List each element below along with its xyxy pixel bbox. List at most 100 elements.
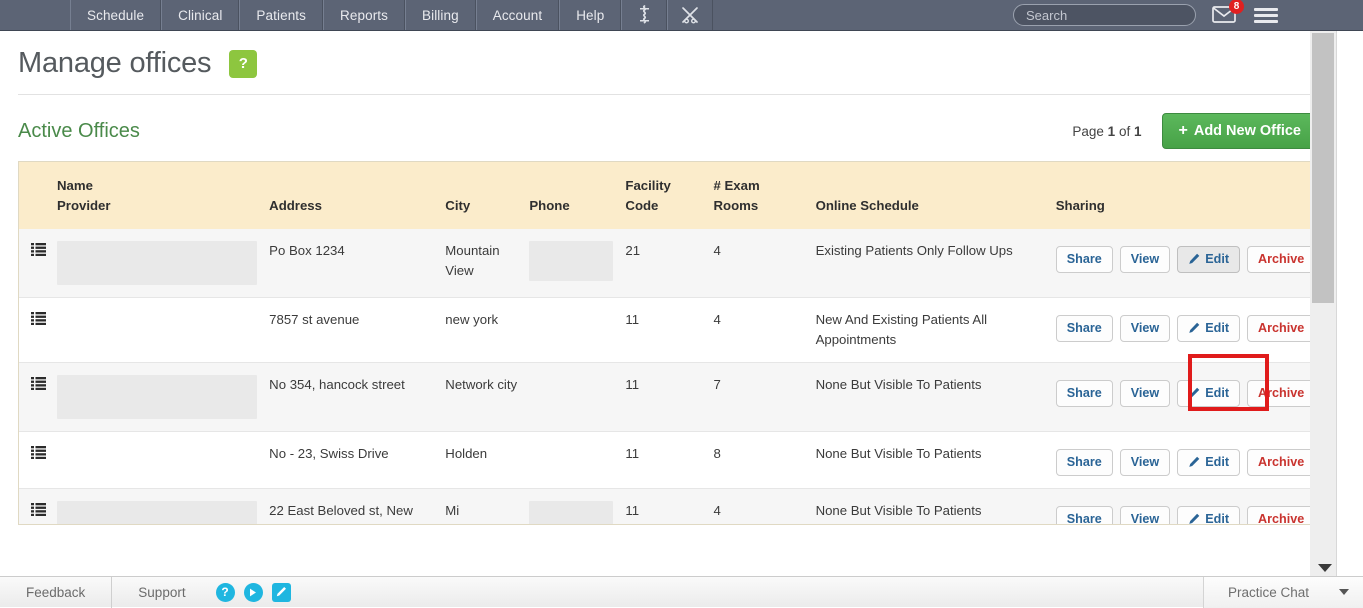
practice-chat-button[interactable]: Practice Chat <box>1203 577 1363 608</box>
office-city: Mountain View <box>445 243 499 278</box>
row-drag-handle-icon[interactable] <box>19 362 51 431</box>
nav-label: Patients <box>256 8 306 23</box>
redacted-name <box>57 375 257 419</box>
plus-icon: + <box>1179 122 1188 140</box>
pencil-icon <box>1188 253 1200 265</box>
column-header-exam-rooms: # Exam Rooms <box>707 162 809 229</box>
share-button[interactable]: Share <box>1056 315 1113 342</box>
row-action-group: Share View Edit Archive <box>1056 375 1312 407</box>
view-button[interactable]: View <box>1120 315 1170 342</box>
unread-count-badge: 8 <box>1229 0 1244 14</box>
share-button[interactable]: Share <box>1056 506 1113 525</box>
hamburger-menu-icon[interactable] <box>1254 5 1278 26</box>
nav-item-clinical[interactable]: Clinical <box>161 0 239 30</box>
archive-button[interactable]: Archive <box>1247 315 1315 342</box>
row-drag-handle-icon[interactable] <box>19 488 51 525</box>
offices-table: Name Provider Address City Phone Facilit… <box>19 162 1318 525</box>
messages-button[interactable]: 8 <box>1212 4 1238 26</box>
column-header-city: City <box>439 162 523 229</box>
chevron-down-icon <box>1339 589 1349 595</box>
facility-code: 11 <box>625 312 639 327</box>
cell-facility-code: 11 <box>619 488 707 525</box>
share-button[interactable]: Share <box>1056 449 1113 476</box>
edit-button-label: Edit <box>1205 321 1229 336</box>
archive-button[interactable]: Archive <box>1247 380 1315 407</box>
play-circle-icon[interactable] <box>244 583 263 602</box>
online-schedule-value: None But Visible To Patients <box>816 503 982 518</box>
cell-phone <box>523 297 619 362</box>
facility-code: 11 <box>625 377 639 392</box>
nav-item-patients[interactable]: Patients <box>239 0 323 30</box>
footer-bar: Feedback Support ? Practice Chat <box>0 576 1363 607</box>
table-row: No 354, hancock streetNetwork city117Non… <box>19 362 1318 431</box>
help-circle-icon[interactable]: ? <box>216 583 235 602</box>
edit-button[interactable]: Edit <box>1177 246 1240 273</box>
cell-city: Holden <box>439 431 523 488</box>
cell-name-provider <box>51 431 263 488</box>
cell-sharing-actions: Share View Edit Archive <box>1050 488 1318 525</box>
office-address: No 354, hancock street <box>269 377 405 392</box>
nav-item-schedule[interactable]: Schedule <box>70 0 161 30</box>
pencil-square-icon[interactable] <box>272 583 291 602</box>
content-scrollbar[interactable] <box>1310 31 1336 576</box>
exam-rooms: 4 <box>713 243 720 258</box>
cell-address: 7857 st avenue <box>263 297 439 362</box>
exam-rooms: 7 <box>713 377 720 392</box>
cell-online-schedule: None But Visible To Patients <box>810 488 1050 525</box>
search-input[interactable] <box>1013 4 1196 26</box>
nav-item-reports[interactable]: Reports <box>323 0 405 30</box>
pencil-icon <box>1188 456 1200 468</box>
nav-item-billing[interactable]: Billing <box>405 0 476 30</box>
edit-button[interactable]: Edit <box>1177 315 1240 342</box>
view-button[interactable]: View <box>1120 506 1170 525</box>
cell-exam-rooms: 7 <box>707 362 809 431</box>
view-button[interactable]: View <box>1120 380 1170 407</box>
scrollbar-thumb[interactable] <box>1312 33 1334 303</box>
edit-button[interactable]: Edit <box>1177 449 1240 476</box>
cell-address: 22 East Beloved st, New county <box>263 488 439 525</box>
nav-item-help[interactable]: Help <box>559 0 621 30</box>
cell-city: Mountain View <box>439 229 523 298</box>
table-row: 7857 st avenuenew york114New And Existin… <box>19 297 1318 362</box>
office-city: new york <box>445 312 498 327</box>
share-button[interactable]: Share <box>1056 246 1113 273</box>
cell-address: Po Box 1234 <box>263 229 439 298</box>
share-button[interactable]: Share <box>1056 380 1113 407</box>
facility-code: 11 <box>625 446 639 461</box>
cell-exam-rooms: 4 <box>707 229 809 298</box>
column-header-address-label: Address <box>269 196 433 216</box>
view-button[interactable]: View <box>1120 449 1170 476</box>
page-prefix: Page <box>1072 124 1104 139</box>
support-link[interactable]: Support <box>112 577 211 608</box>
archive-button[interactable]: Archive <box>1247 449 1315 476</box>
archive-button[interactable]: Archive <box>1247 506 1315 525</box>
cell-exam-rooms: 4 <box>707 297 809 362</box>
view-button[interactable]: View <box>1120 246 1170 273</box>
redacted-name <box>57 501 257 525</box>
caduceus-icon[interactable] <box>621 0 667 30</box>
table-row: No - 23, Swiss DriveHolden118None But Vi… <box>19 431 1318 488</box>
crossed-instruments-icon[interactable] <box>667 0 713 30</box>
cell-name-provider <box>51 297 263 362</box>
feedback-link[interactable]: Feedback <box>0 577 111 608</box>
cell-phone <box>523 488 619 525</box>
cell-city: Mi <box>439 488 523 525</box>
row-drag-handle-icon[interactable] <box>19 431 51 488</box>
help-icon[interactable]: ? <box>229 50 257 78</box>
edit-button-label: Edit <box>1205 252 1229 267</box>
scroll-down-arrow-icon[interactable] <box>1318 564 1332 572</box>
row-drag-handle-icon[interactable] <box>19 229 51 298</box>
table-body: Po Box 1234Mountain View214Existing Pati… <box>19 229 1318 525</box>
edit-button[interactable]: Edit <box>1177 506 1240 525</box>
column-header-sharing-label: Sharing <box>1056 196 1312 216</box>
section-header-row: Active Offices Page 1 of 1 + Add New Off… <box>0 95 1336 149</box>
nav-item-account[interactable]: Account <box>476 0 559 30</box>
archive-button[interactable]: Archive <box>1247 246 1315 273</box>
column-header-facility-line1: Facility <box>625 176 701 196</box>
add-new-office-button[interactable]: + Add New Office <box>1162 113 1319 149</box>
nav-label: Help <box>576 8 604 23</box>
office-address: 7857 st avenue <box>269 312 359 327</box>
row-drag-handle-icon[interactable] <box>19 297 51 362</box>
edit-button[interactable]: Edit <box>1177 380 1240 407</box>
column-header-sharing: Sharing <box>1050 162 1318 229</box>
